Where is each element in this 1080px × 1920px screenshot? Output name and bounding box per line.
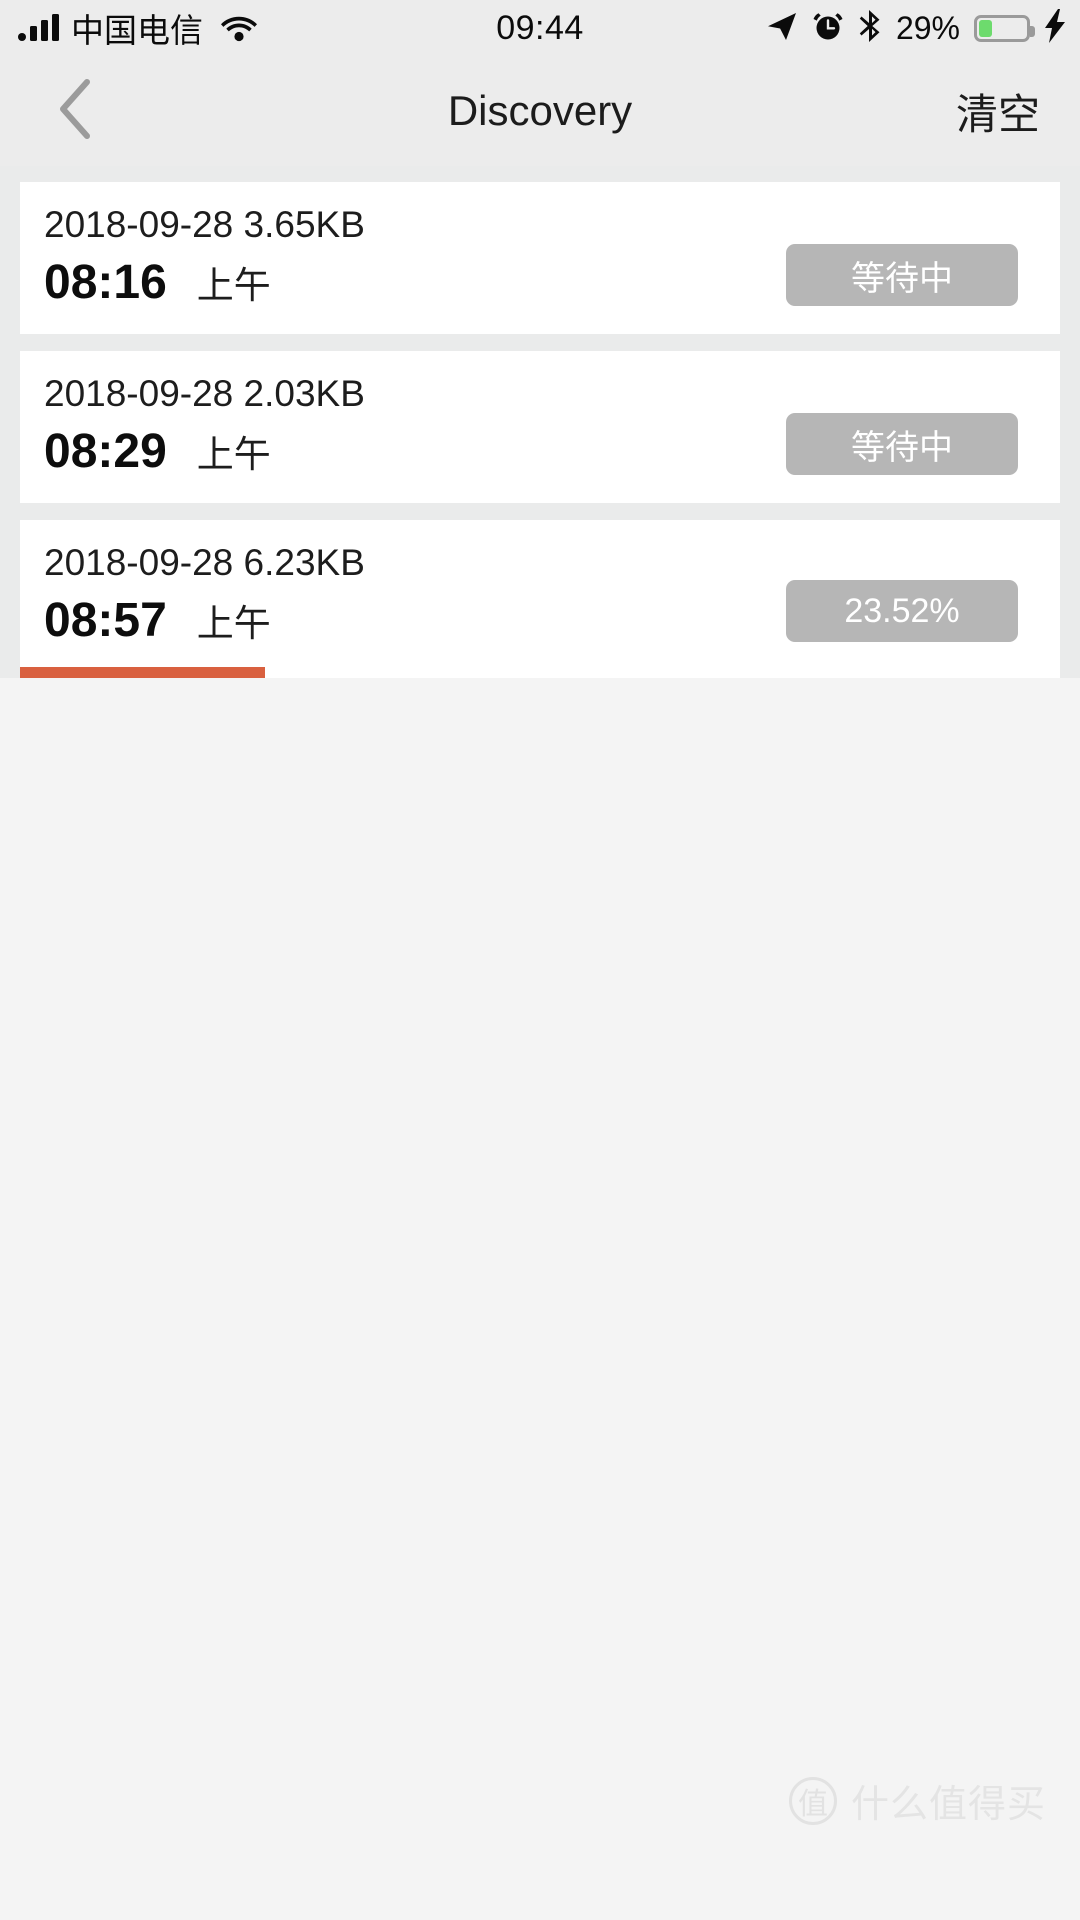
task-meridiem: 上午 (196, 265, 271, 306)
task-date-size: 2018-09-28 3.65KB (44, 204, 365, 245)
task-time-row: 08:29 上午 (44, 421, 365, 486)
location-arrow-icon (766, 10, 798, 47)
task-meridiem: 上午 (196, 603, 271, 644)
battery-percent-label: 29% (895, 9, 960, 46)
clear-all-button[interactable]: 清空 (956, 81, 1040, 142)
task-time-row: 08:57 上午 (44, 590, 365, 655)
task-date-size: 2018-09-28 2.03KB (44, 373, 365, 414)
watermark: 值 什么值得买 (788, 1773, 1046, 1828)
task-status-button[interactable]: 等待中 (786, 244, 1018, 306)
task-info: 2018-09-28 6.23KB 08:57 上午 (44, 536, 365, 655)
task-time: 08:29 (44, 425, 167, 478)
task-time-row: 08:16 上午 (44, 252, 365, 317)
task-meridiem: 上午 (196, 434, 271, 475)
progress-bar-fill (20, 667, 265, 678)
page-title: Discovery (447, 87, 633, 134)
watermark-text: 什么值得买 (850, 1784, 1046, 1826)
status-bar-right: 29% (766, 0, 1066, 56)
lightning-bolt-icon (1044, 8, 1066, 48)
task-date-size: 2018-09-28 6.23KB (44, 542, 365, 583)
task-status-button[interactable]: 23.52% (786, 580, 1018, 642)
empty-content-area: 值 什么值得买 (0, 678, 1080, 1863)
task-time: 08:16 (44, 256, 167, 309)
task-info: 2018-09-28 2.03KB 08:29 上午 (44, 367, 365, 486)
task-list: 2018-09-28 3.65KB 08:16 上午 等待中 2018-09-28 2.… (0, 166, 1080, 678)
task-status-button[interactable]: 等待中 (786, 413, 1018, 475)
bluetooth-icon (858, 9, 882, 48)
task-time: 08:57 (44, 594, 167, 647)
task-info: 2018-09-28 3.65KB 08:16 上午 (44, 198, 365, 317)
task-card[interactable]: 2018-09-28 2.03KB 08:29 上午 等待中 (20, 351, 1060, 503)
navigation-bar: Discovery 清空 (0, 56, 1080, 166)
battery-icon (974, 14, 1035, 42)
task-card[interactable]: 2018-09-28 3.65KB 08:16 上午 等待中 (20, 182, 1060, 334)
progress-bar (20, 667, 1060, 678)
status-bar: 中国电信 09:44 29% (0, 0, 1080, 56)
task-card[interactable]: 2018-09-28 6.23KB 08:57 上午 23.52% (20, 520, 1060, 678)
alarm-clock-icon (812, 10, 844, 47)
watermark-badge: 值 (788, 1776, 837, 1825)
